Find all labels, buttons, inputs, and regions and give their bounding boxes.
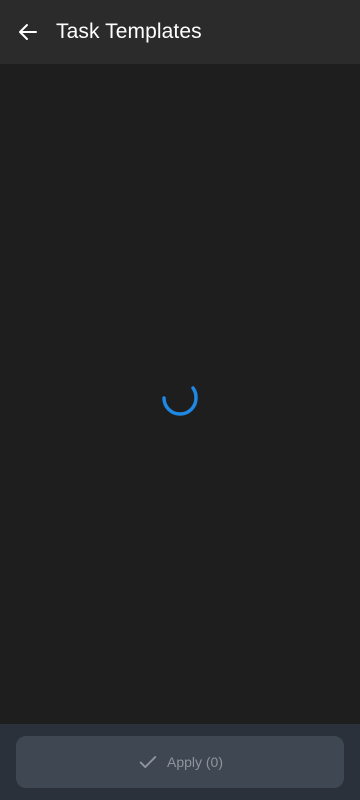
back-button[interactable] xyxy=(16,20,40,44)
app-screen: Task Templates Apply (0) xyxy=(0,0,360,800)
arrow-left-icon xyxy=(19,24,37,40)
app-bar: Task Templates xyxy=(0,0,360,64)
templates-list-area xyxy=(0,64,360,724)
apply-button-label: Apply (0) xyxy=(166,754,224,770)
bottom-action-bar: Apply (0) xyxy=(0,724,360,800)
check-icon xyxy=(137,751,159,773)
page-title: Task Templates xyxy=(56,20,202,43)
loading-spinner-icon xyxy=(162,386,198,416)
apply-button[interactable]: Apply (0) xyxy=(16,736,344,788)
